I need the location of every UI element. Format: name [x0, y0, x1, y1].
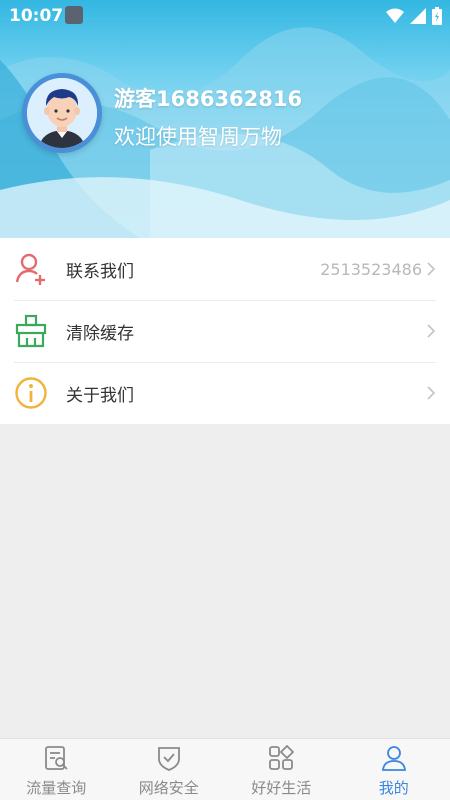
user-icon [381, 746, 406, 771]
settings-menu: 联系我们 2513523486 清除缓存 关于我们 [0, 238, 450, 424]
tab-good-life[interactable]: 好好生活 [225, 739, 338, 800]
add-contact-icon [15, 253, 45, 285]
bottom-nav: 流量查询 网络安全 好好生活 我的 [0, 738, 450, 800]
status-time: 10:07 [9, 6, 64, 26]
info-icon [15, 377, 47, 409]
menu-item-about[interactable]: 关于我们 [0, 362, 450, 424]
menu-label-about: 关于我们 [66, 385, 134, 406]
user-avatar-icon [27, 78, 97, 148]
menu-item-clear-cache[interactable]: 清除缓存 [0, 300, 450, 362]
avatar[interactable] [22, 73, 102, 153]
shield-check-icon [157, 747, 180, 771]
welcome-text: 欢迎使用智周万物 [114, 125, 282, 149]
profile-banner: 10:07 游客1686362816 欢迎使用智周万物 [0, 0, 450, 238]
username: 游客1686362816 [114, 87, 303, 111]
notification-app-icon [65, 6, 83, 24]
status-icons [386, 7, 442, 25]
traffic-query-icon [45, 746, 68, 770]
tab-label: 我的 [378, 779, 409, 797]
status-bar: 10:07 [0, 0, 450, 32]
tab-traffic-query[interactable]: 流量查询 [0, 739, 113, 800]
battery-icon [432, 7, 442, 25]
chevron-right-icon [427, 386, 436, 400]
avatar-image [27, 78, 97, 148]
tab-label: 好好生活 [251, 779, 312, 797]
chevron-right-icon [427, 324, 436, 338]
wifi-icon [386, 8, 404, 23]
chevron-right-icon [427, 262, 436, 276]
menu-label-contact: 联系我们 [66, 261, 134, 282]
menu-label-clear-cache: 清除缓存 [66, 323, 134, 344]
tab-network-security[interactable]: 网络安全 [113, 739, 226, 800]
tab-label: 网络安全 [138, 779, 199, 797]
contact-number: 2513523486 [320, 259, 422, 279]
tab-label: 流量查询 [26, 779, 87, 797]
tab-mine[interactable]: 我的 [338, 739, 450, 800]
apps-grid-icon [269, 745, 295, 770]
signal-icon [410, 8, 426, 24]
menu-item-contact[interactable]: 联系我们 2513523486 [0, 238, 450, 300]
broom-icon [15, 314, 47, 348]
